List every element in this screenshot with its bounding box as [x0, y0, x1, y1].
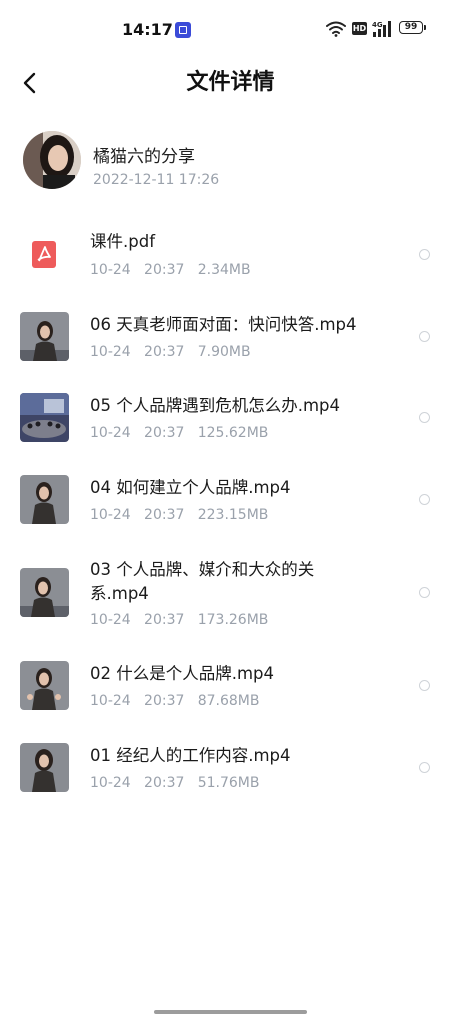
status-bar: 14:17 HD 4G 99	[0, 0, 461, 60]
file-meta: 10-24 20:37 51.76MB	[90, 775, 260, 791]
video-thumbnail	[20, 568, 69, 617]
video-thumbnail	[20, 312, 69, 361]
avatar[interactable]	[23, 131, 81, 189]
video-thumbnail	[20, 743, 69, 792]
file-name: 01 经纪人的工作内容.mp4	[90, 746, 291, 765]
file-meta: 10-24 20:37 87.68MB	[90, 693, 260, 709]
file-thumbnail	[20, 230, 69, 279]
file-name: 课件.pdf	[90, 232, 156, 251]
file-meta: 10-24 20:37 2.34MB	[90, 262, 251, 278]
select-radio[interactable]	[419, 412, 430, 423]
sharer-info: 橘猫六的分享 2022-12-11 17:26	[23, 131, 443, 191]
select-radio[interactable]	[419, 587, 430, 598]
select-radio[interactable]	[419, 331, 430, 342]
chevron-left-icon	[23, 72, 36, 94]
battery-icon: 99	[399, 21, 427, 36]
file-name: 03 个人品牌、媒介和大众的关系.mp4	[90, 560, 315, 603]
notification-app-icon	[175, 22, 191, 38]
file-item[interactable]: 06 天真老师面对面：快问快答.mp4 10-24 20:37 7.90MB	[0, 305, 461, 375]
signal-icon: 4G	[372, 21, 391, 37]
select-radio[interactable]	[419, 680, 430, 691]
video-thumbnail	[20, 393, 69, 442]
file-meta: 10-24 20:37 173.26MB	[90, 612, 269, 628]
pdf-icon	[32, 241, 56, 268]
page-title: 文件详情	[186, 70, 275, 95]
file-item[interactable]: 02 什么是个人品牌.mp4 10-24 20:37 87.68MB	[0, 655, 461, 725]
back-button[interactable]	[16, 68, 46, 98]
home-indicator[interactable]	[154, 1010, 307, 1014]
select-radio[interactable]	[419, 762, 430, 773]
file-item[interactable]: 01 经纪人的工作内容.mp4 10-24 20:37 51.76MB	[0, 737, 461, 807]
file-item[interactable]: 03 个人品牌、媒介和大众的关系.mp4 10-24 20:37 173.26M…	[0, 554, 461, 634]
video-thumbnail	[20, 661, 69, 710]
file-name: 02 什么是个人品牌.mp4	[90, 664, 275, 683]
network-type-label: 4G	[372, 21, 383, 29]
file-name: 06 天真老师面对面：快问快答.mp4	[90, 315, 357, 334]
sharer-name: 橘猫六的分享	[93, 147, 195, 167]
select-radio[interactable]	[419, 249, 430, 260]
file-name: 04 如何建立个人品牌.mp4	[90, 478, 291, 497]
file-item[interactable]: 05 个人品牌遇到危机怎么办.mp4 10-24 20:37 125.62MB	[0, 387, 461, 457]
status-time: 14:17	[122, 20, 173, 39]
file-meta: 10-24 20:37 125.62MB	[90, 425, 269, 441]
file-meta: 10-24 20:37 223.15MB	[90, 507, 269, 523]
file-item[interactable]: 04 如何建立个人品牌.mp4 10-24 20:37 223.15MB	[0, 469, 461, 539]
file-name: 05 个人品牌遇到危机怎么办.mp4	[90, 396, 341, 415]
battery-level: 99	[399, 21, 423, 34]
file-item[interactable]: 课件.pdf 10-24 20:37 2.34MB	[0, 220, 461, 290]
video-thumbnail	[20, 475, 69, 524]
file-meta: 10-24 20:37 7.90MB	[90, 344, 251, 360]
hd-voice-icon: HD	[352, 22, 367, 35]
wifi-icon	[326, 21, 346, 37]
select-radio[interactable]	[419, 494, 430, 505]
share-date: 2022-12-11 17:26	[93, 172, 220, 188]
